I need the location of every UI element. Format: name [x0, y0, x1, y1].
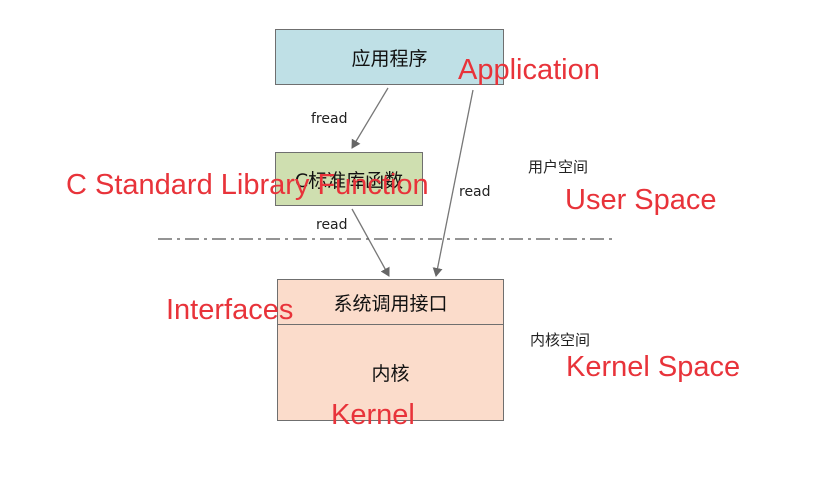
- read-direct-arrow: [432, 89, 474, 277]
- c-standard-library-annotation: C Standard Library Function: [66, 169, 429, 201]
- read-direct-label: read: [459, 184, 491, 200]
- read-lib-arrow: [351, 208, 390, 277]
- fread-arrow: [351, 87, 389, 149]
- kernel-space-annotation: Kernel Space: [566, 351, 741, 383]
- interfaces-annotation: Interfaces: [166, 294, 294, 326]
- user-space-cn-label: 用户空间: [528, 158, 589, 176]
- fread-label: fread: [311, 111, 348, 127]
- kernel-space-cn-label: 内核空间: [530, 331, 591, 349]
- application-annotation: Application: [458, 54, 600, 86]
- user-space-annotation: User Space: [565, 184, 717, 216]
- kernel-annotation: Kernel: [331, 399, 415, 431]
- read-lib-label: read: [316, 217, 348, 233]
